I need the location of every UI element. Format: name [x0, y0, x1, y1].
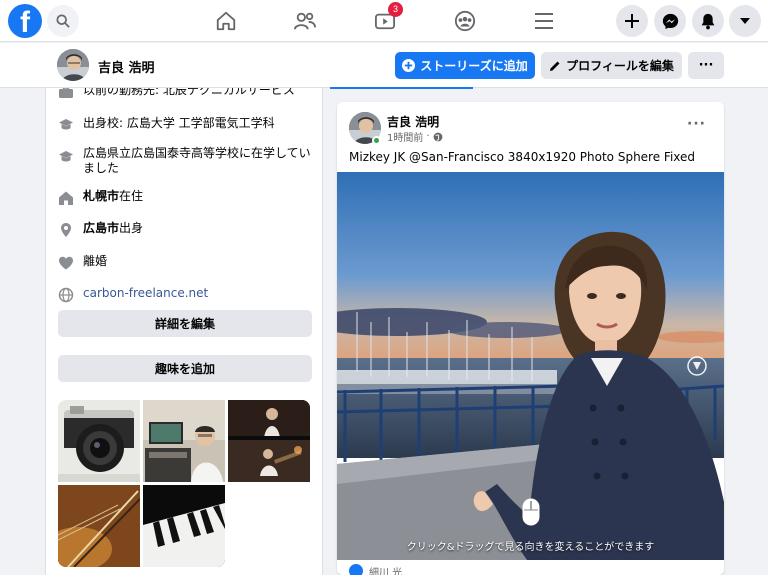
home-icon — [216, 11, 236, 31]
avatar-photo — [57, 49, 89, 81]
menu-icon — [535, 13, 553, 29]
house-icon — [59, 191, 73, 205]
commenter-avatar-icon — [349, 564, 363, 575]
nav-friends[interactable] — [290, 6, 320, 36]
create-button[interactable] — [616, 5, 648, 37]
featured-photo-camera[interactable] — [58, 400, 140, 482]
search-button[interactable] — [47, 5, 79, 37]
globe-icon — [58, 287, 74, 303]
featured-photo-studio[interactable] — [143, 400, 225, 482]
panorama-drag-hint: クリック&ドラッグで見る向きを変えることができます — [406, 542, 655, 553]
profile-more-button[interactable]: ··· — [688, 52, 724, 79]
intro-relationship-text: 離婚 — [83, 254, 108, 268]
pencil-icon — [550, 61, 560, 71]
add-story-button[interactable]: ストーリーズに追加 — [395, 52, 535, 79]
nav-menu[interactable] — [529, 6, 559, 36]
studio-photo — [143, 400, 225, 482]
from-city-link[interactable]: 広島市 — [83, 221, 119, 235]
messenger-button[interactable] — [654, 5, 686, 37]
post-text: Mizkey JK @San-Francisco 3840x1920 Photo… — [349, 150, 696, 164]
edit-details-button[interactable]: 詳細を編集 — [58, 310, 312, 337]
audience-globe-icon[interactable] — [433, 132, 443, 142]
drag-mouse-icon — [522, 498, 540, 526]
briefcase-icon — [59, 88, 73, 98]
heart-icon — [59, 256, 73, 270]
top-navigation-bar: f 3 — [0, 0, 768, 42]
add-hobbies-button[interactable]: 趣味を追加 — [58, 355, 312, 382]
active-tab-indicator — [330, 87, 473, 89]
facebook-logo-letter: f — [20, 6, 30, 38]
plus-icon — [625, 14, 639, 28]
add-story-label: ストーリーズに追加 — [420, 59, 528, 73]
account-dropdown-icon — [740, 18, 750, 24]
edit-profile-label: プロフィールを編集 — [566, 59, 674, 73]
comment-preview: 細川 光 — [337, 560, 724, 575]
post-meta: 1時間前 · — [387, 129, 443, 144]
intro-school: 広島県立広島国泰寺高等学校に在学していました — [58, 146, 316, 176]
panorama-photo — [337, 172, 724, 560]
post-timestamp[interactable]: 1時間前 — [387, 129, 423, 144]
avatar[interactable] — [57, 49, 89, 81]
meta-separator: · — [426, 131, 430, 142]
panorama-viewer[interactable]: クリック&ドラッグで見る向きを変えることができます — [337, 172, 724, 560]
nav-groups[interactable] — [450, 6, 480, 36]
lives-suffix: 在住 — [119, 189, 144, 203]
account-menu-button[interactable] — [729, 5, 761, 37]
graduation-cap-icon — [59, 119, 73, 130]
post-options-button[interactable]: ··· — [687, 116, 706, 132]
edit-details-label: 詳細を編集 — [154, 317, 215, 331]
nav-home[interactable] — [211, 6, 241, 36]
notifications-button[interactable] — [692, 5, 724, 37]
from-suffix: 出身 — [119, 221, 144, 235]
violin-photo — [58, 485, 140, 567]
intro-from: 広島市出身 — [58, 221, 316, 238]
more-label: ··· — [698, 58, 714, 73]
intro-education: 出身校: 広島大学 工学部電気工学科 — [58, 116, 316, 133]
online-status-dot — [372, 136, 381, 145]
lives-city-link[interactable]: 札幌市 — [83, 189, 119, 203]
intro-relationship: 離婚 — [58, 254, 316, 271]
featured-photo-concert[interactable] — [228, 400, 310, 482]
featured-photo-piano[interactable] — [143, 485, 225, 567]
location-pin-icon — [61, 223, 71, 237]
intro-school-text: 広島県立広島国泰寺高等学校に在学していました — [83, 146, 311, 175]
add-hobbies-label: 趣味を追加 — [154, 362, 215, 376]
commenter-name[interactable]: 細川 光 — [369, 564, 402, 575]
groups-icon — [454, 10, 476, 32]
post-author-name[interactable]: 吉良 浩明 — [387, 113, 439, 130]
intro-work: 以前の勤務先: 北辰テクニカルサービス — [58, 88, 316, 100]
watch-notification-badge: 3 — [388, 2, 403, 17]
featured-photo-violin[interactable] — [58, 485, 140, 567]
intro-work-text: 以前の勤務先: 北辰テクニカルサービス — [83, 88, 295, 97]
messenger-icon — [662, 13, 678, 29]
profile-name[interactable]: 吉良 浩明 — [98, 57, 155, 76]
edit-profile-button[interactable]: プロフィールを編集 — [541, 52, 682, 79]
nav-watch[interactable]: 3 — [370, 2, 403, 36]
concert-photo — [228, 400, 310, 482]
search-icon — [56, 14, 70, 28]
graduation-cap-icon — [59, 151, 73, 162]
camera-photo — [58, 400, 140, 482]
profile-header-strip: 吉良 浩明 ストーリーズに追加 プロフィールを編集 ··· — [0, 43, 768, 88]
friends-icon — [294, 12, 316, 30]
intro-lives-in: 札幌市在住 — [58, 189, 316, 206]
piano-photo — [143, 485, 225, 567]
notifications-icon — [701, 13, 715, 29]
website-link[interactable]: carbon-freelance.net — [83, 286, 208, 300]
intro-website: carbon-freelance.net — [58, 286, 316, 303]
plus-circle-icon — [402, 59, 416, 72]
intro-card: 以前の勤務先: 北辰テクニカルサービス 出身校: 広島大学 工学部電気工学科 広… — [45, 88, 323, 575]
post-card: 吉良 浩明 1時間前 · ··· Mizkey JK @San-Francisc… — [337, 102, 724, 575]
intro-education-text: 出身校: 広島大学 工学部電気工学科 — [83, 116, 275, 130]
facebook-logo[interactable]: f — [8, 4, 42, 38]
